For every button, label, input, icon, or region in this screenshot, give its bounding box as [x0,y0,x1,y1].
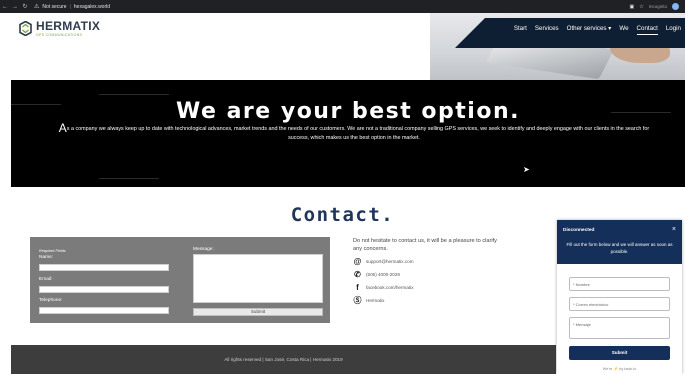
phone-icon: ✆ [354,270,361,279]
chat-message-field[interactable]: * Mensaje [569,317,670,339]
message-textarea[interactable] [193,254,323,303]
nav-start[interactable]: Start [514,25,527,35]
mouse-cursor-icon: ➤ [523,165,530,174]
nav-login[interactable]: Login [666,25,681,35]
telephone-input[interactable] [39,307,169,314]
tawk-branding[interactable]: We're ⚡ by tawk.to [557,366,682,371]
contact-email-row: @ support@hermatix.com [353,257,503,266]
banner-text: As a company we always keep up to date w… [49,121,659,143]
contact-form: Required Fields * Name: Email: Telephone… [30,237,330,323]
message-label: Message: [193,247,214,252]
incognito-label: Incognito [648,4,667,9]
site-footer: All rights reserved | San José, Costa Ri… [11,345,556,374]
site-header: HERMATIX GPS COMMUNICATIONS Start Servic… [0,13,685,80]
browser-toolbar: ← → ↻ ⚠ Not secure | hexagalex.world ▣ ☆… [0,0,685,13]
chat-status: Disconnected [563,228,595,233]
contact-skype-row: Ⓢ Hermatix [353,296,503,305]
logo-text: HERMATIX [36,19,101,33]
contact-facebook[interactable]: facebook.com/hermatix [366,285,414,290]
telephone-label: Telephone: [39,298,63,303]
name-input[interactable] [39,264,169,271]
reload-icon[interactable]: ↻ [20,3,30,10]
back-icon[interactable]: ← [0,4,10,10]
close-icon[interactable]: × [672,226,676,233]
forward-icon[interactable]: → [10,4,20,10]
chat-header: Disconnected × Fill out the form below a… [557,220,682,264]
hero-banner: We are your best option. As a company we… [11,80,685,187]
chat-email-field[interactable]: * Correo electrónico [569,297,670,311]
nav-we[interactable]: We [619,25,628,35]
contact-intro: Do not hesitate to contact us, it will b… [353,238,497,252]
facebook-icon: f [356,283,359,292]
email-label: Email: [39,277,53,282]
bookmark-star-icon[interactable]: ☆ [639,4,643,10]
incognito-avatar-icon[interactable] [672,3,679,10]
nav-other-services[interactable]: Other services ▾ [567,25,612,35]
contact-phone-row: ✆ (506) 4000-2029 [353,270,503,279]
browser-actions: ▣ ☆ Incognito [630,3,685,10]
chat-submit-button[interactable]: Submit [569,346,670,360]
hermatix-logo[interactable]: HERMATIX GPS COMMUNICATIONS [18,20,100,37]
logo-tagline: GPS COMMUNICATIONS [36,33,83,37]
chat-widget: Disconnected × Fill out the form below a… [557,220,682,374]
contact-skype[interactable]: Hermatix [366,298,384,303]
address-bar[interactable]: hexagalex.world [74,4,110,10]
banner-deco-line [99,94,169,95]
submit-button[interactable]: Submit [193,308,323,316]
banner-headline: We are your best option. [176,99,520,124]
contact-phone[interactable]: (506) 4000-2029 [366,272,400,277]
at-sign-icon: @ [353,257,362,266]
banner-lead-letter: A [58,121,67,135]
main-nav: Start Services Other services ▾ We Conta… [514,25,681,35]
required-fields-note: Required Fields * [39,249,69,253]
nav-contact[interactable]: Contact [636,25,658,35]
warning-icon: ⚠ [34,4,40,10]
skype-icon: Ⓢ [353,296,362,305]
nav-services[interactable]: Services [535,25,559,35]
contact-info: Do not hesitate to contact us, it will b… [353,237,503,305]
banner-deco-line [99,178,159,179]
url-separator: | [69,3,71,10]
banner-body: s a company we always keep up to date wi… [66,126,650,141]
chat-name-field[interactable]: * Nombre [569,277,670,291]
logo-mark-icon [18,20,33,37]
chat-message: Fill out the form below and we will answ… [566,242,673,254]
translate-icon[interactable]: ▣ [630,4,635,10]
name-label: Name: [39,255,54,260]
not-secure-label[interactable]: Not secure [42,4,66,10]
contact-facebook-row: f facebook.com/hermatix [353,283,503,292]
email-input[interactable] [39,286,169,293]
contact-email[interactable]: support@hermatix.com [366,259,414,264]
